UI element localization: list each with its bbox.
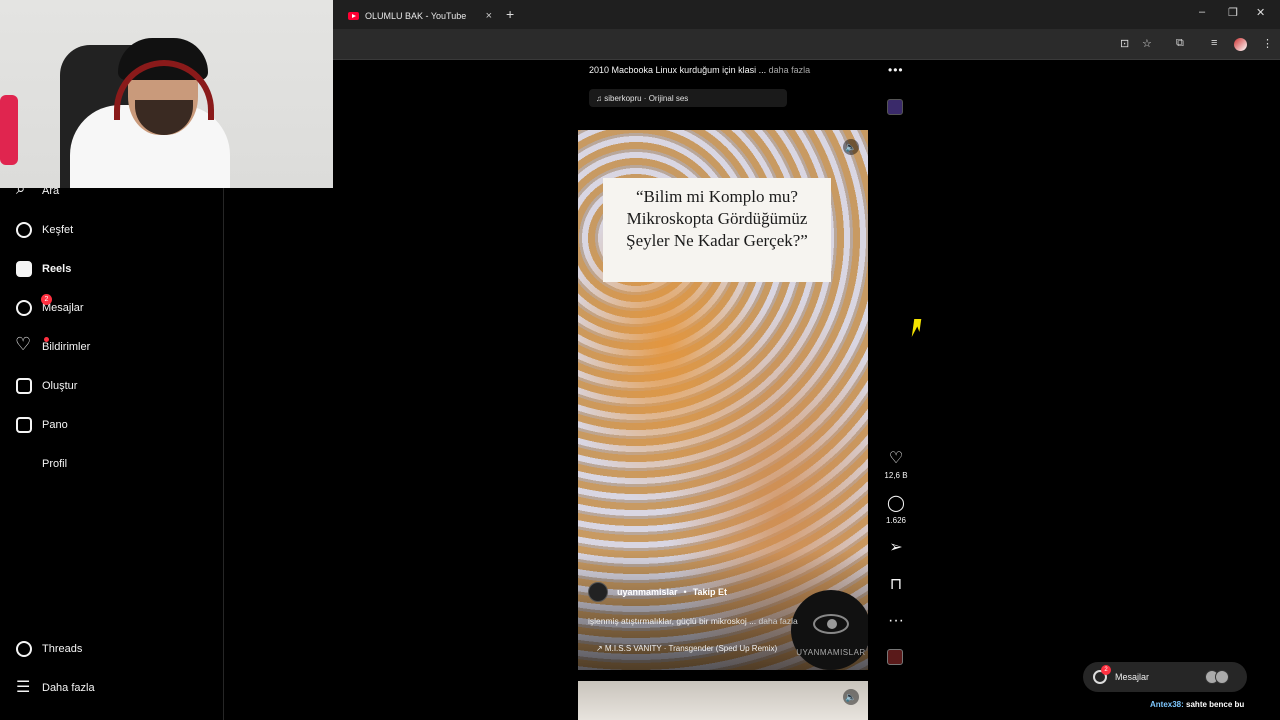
audio-thumbnail[interactable] [887, 649, 903, 665]
reel-video[interactable]: “Bilim mi Komplo mu? Mikroskopta Gördüğü… [578, 130, 868, 670]
next-reel-video[interactable]: 🔈 [578, 681, 868, 720]
minimize-button[interactable]: – [1199, 6, 1205, 18]
sidebar-item-profile[interactable]: Profil [16, 456, 67, 472]
sidebar-item-dashboard[interactable]: Pano [16, 417, 68, 433]
window-close-button[interactable]: ✕ [1256, 6, 1265, 19]
volume-icon[interactable]: 🔈 [843, 689, 859, 705]
tab-close-icon[interactable]: × [486, 10, 492, 22]
author-avatar[interactable] [588, 582, 608, 602]
compass-icon [16, 222, 32, 238]
sidebar-item-label: Bildirimler [42, 341, 91, 353]
more-link[interactable]: daha fazla [759, 616, 798, 626]
stream-chat-message: Antex38: sahte bence bu [1150, 700, 1244, 709]
plus-square-icon [16, 378, 32, 394]
previous-reel-caption[interactable]: 2010 Macbooka Linux kurduğum için klasi … [589, 65, 810, 75]
sidebar-item-label: Pano [42, 419, 68, 431]
browser-tab[interactable]: OLUMLU BAK - YouTube × [340, 2, 500, 29]
watermark-logo: UYANMAMISLAR [791, 590, 868, 670]
author-name[interactable]: uyanmamislar [617, 587, 678, 597]
messages-label: Mesajlar [1115, 672, 1150, 682]
more-link[interactable]: daha fazla [769, 65, 811, 75]
mouse-cursor [911, 319, 922, 337]
reel-audio[interactable]: ↗ M.I.S.S VANITY · Transgender (Sped Up … [596, 644, 777, 653]
watermark-text: UYANMAMISLAR [796, 648, 866, 657]
heart-icon [15, 334, 32, 355]
extensions-icon[interactable]: ⧉ [1176, 37, 1184, 50]
caption-text: işlenmiş atıştırmalıklar, güçlü bir mikr… [588, 616, 757, 626]
reels-icon [16, 261, 32, 277]
recent-avatars [1205, 670, 1231, 684]
sidebar-item-label: Threads [42, 643, 83, 655]
youtube-icon [348, 11, 359, 20]
lamp [0, 95, 18, 165]
save-action[interactable]: ⊓ [884, 576, 908, 597]
follow-button[interactable]: Takip Et [693, 587, 727, 597]
sidebar-item-label: Profil [42, 458, 68, 470]
sidebar-item-explore[interactable]: Keşfet [16, 222, 73, 238]
messenger-icon [16, 300, 32, 316]
threads-icon [16, 641, 32, 657]
eye-icon [813, 614, 849, 634]
audio-thumbnail[interactable] [887, 99, 903, 115]
instagram-sidebar: Ara Keşfet Reels 2 Mesajlar Bildirimler … [0, 179, 224, 720]
sidebar-item-label: Reels [42, 263, 72, 275]
profile-avatar [16, 456, 32, 472]
sidebar-item-reels[interactable]: Reels [16, 261, 71, 277]
reel-author: uyanmamislar • Takip Et [588, 582, 727, 602]
audio-label: siberkopru · Orijinal ses [604, 93, 689, 103]
like-count: 12,6 B [884, 471, 908, 480]
sidebar-item-threads[interactable]: Threads [16, 641, 82, 657]
chart-icon [16, 417, 32, 433]
bookmark-icon[interactable]: ⊓ [884, 576, 908, 594]
sidebar-item-more[interactable]: Daha fazla [16, 677, 95, 697]
sidebar-item-notifications[interactable]: Bildirimler [15, 334, 91, 355]
messages-popup[interactable]: 2 Mesajlar [1083, 662, 1247, 692]
sidebar-item-label: Oluştur [42, 380, 78, 392]
sidebar-item-create[interactable]: Oluştur [16, 378, 77, 394]
separator: • [683, 587, 687, 597]
sidebar-item-messages[interactable]: 2 Mesajlar [16, 294, 84, 316]
chat-text: sahte bence bu [1186, 700, 1245, 709]
comment-icon[interactable]: ◯ [884, 495, 908, 513]
share-icon[interactable]: ➢ [884, 539, 908, 557]
webcam-overlay [0, 0, 333, 188]
more-options-icon[interactable]: ••• [888, 63, 904, 77]
browser-profile-avatar[interactable] [1234, 38, 1247, 51]
caption-text: 2010 Macbooka Linux kurduğum için klasi … [589, 65, 767, 75]
reel-caption[interactable]: işlenmiş atıştırmalıklar, güçlü bir mikr… [588, 616, 798, 626]
restore-button[interactable]: ❐ [1228, 6, 1238, 19]
heart-icon[interactable]: ♡ [884, 450, 908, 468]
comment-count: 1.626 [885, 516, 907, 525]
new-tab-button[interactable]: + [506, 6, 514, 22]
menu-icon [16, 677, 32, 697]
more-options-icon[interactable]: ··· [884, 612, 908, 630]
sidebar-item-label: Daha fazla [42, 682, 95, 694]
previous-reel-audio[interactable]: ♫ siberkopru · Orijinal ses [589, 89, 787, 107]
comment-action[interactable]: ◯ 1.626 [884, 495, 908, 525]
sidebar-item-label: Keşfet [42, 224, 74, 236]
media-control-icon[interactable]: ≡ [1211, 37, 1217, 49]
more-action[interactable]: ··· [884, 612, 908, 633]
share-action[interactable]: ➢ [884, 539, 908, 560]
reel-title-card: “Bilim mi Komplo mu? Mikroskopta Gördüğü… [603, 178, 831, 282]
avatar [1215, 670, 1229, 684]
messages-badge: 2 [1101, 665, 1111, 675]
music-note-icon: ♫ [596, 93, 605, 103]
like-action[interactable]: ♡ 12,6 B [884, 450, 908, 480]
install-app-icon[interactable]: ⊡ [1120, 37, 1129, 50]
browser-menu-icon[interactable]: ⋮ [1262, 37, 1273, 50]
chat-nick: Antex38: [1150, 700, 1184, 709]
notification-dot [44, 337, 49, 342]
volume-icon[interactable]: 🔈 [843, 139, 859, 155]
bookmark-star-icon[interactable]: ☆ [1142, 37, 1152, 50]
tab-title: OLUMLU BAK - YouTube [365, 10, 467, 21]
messages-badge: 2 [41, 294, 52, 305]
messenger-icon: 2 [1093, 665, 1111, 684]
screen: OLUMLU BAK - YouTube × + – ❐ ✕ ⊡ ☆ ⧉ ≡ ⋮… [0, 0, 1280, 720]
